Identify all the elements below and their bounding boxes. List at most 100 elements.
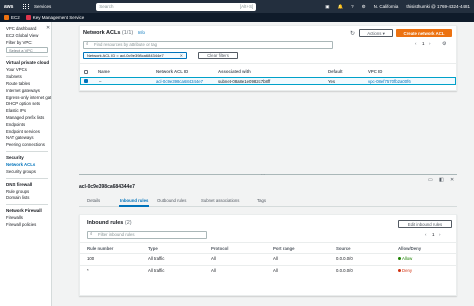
col-name[interactable]: Name bbox=[98, 69, 110, 74]
panel-title: Network ACLs (1/1) Info bbox=[83, 30, 145, 36]
prev-page-icon[interactable]: ‹ bbox=[415, 41, 417, 46]
sidebar: ✕ VPC dashboard EC2 Global View Filter b… bbox=[0, 22, 52, 306]
sidebar-item-domain-lists[interactable]: Domain lists bbox=[6, 195, 48, 202]
sidebar-item-your-vpcs[interactable]: Your VPCs bbox=[6, 67, 48, 74]
selection-count: (1/1) bbox=[121, 30, 134, 36]
page-number[interactable]: 1 bbox=[422, 41, 425, 46]
sidebar-item-route-tables[interactable]: Route tables bbox=[6, 81, 48, 88]
col-default[interactable]: Default bbox=[328, 69, 343, 74]
divider bbox=[80, 253, 456, 254]
page-number[interactable]: 1 bbox=[432, 232, 435, 237]
acl-filter-input[interactable]: Find resources by attribute or tag bbox=[83, 41, 333, 49]
col-port-range[interactable]: Port range bbox=[273, 246, 295, 251]
aws-logo[interactable]: aws bbox=[4, 4, 18, 10]
sidebar-item-vpc-dashboard[interactable]: VPC dashboard bbox=[6, 26, 48, 33]
col-vpc-id[interactable]: VPC ID bbox=[368, 69, 382, 74]
notifications-icon[interactable]: 🔔 bbox=[337, 4, 343, 10]
col-source[interactable]: Source bbox=[336, 246, 351, 251]
sidebar-section-vpc[interactable]: Virtual private cloud bbox=[6, 59, 49, 67]
select-all-checkbox[interactable] bbox=[84, 70, 88, 74]
sidebar-item-elastic-ips[interactable]: Elastic IPs bbox=[6, 108, 48, 115]
services-menu[interactable]: Services bbox=[34, 4, 51, 9]
divider bbox=[80, 242, 456, 243]
sidebar-section-dns-firewall[interactable]: DNS firewall bbox=[6, 181, 48, 189]
table-row[interactable]: – acl-0c9e398ca684344e7 subnet-08a8e1e09… bbox=[80, 77, 456, 85]
actions-button[interactable]: Actions ▾ bbox=[359, 29, 393, 37]
col-associated-with[interactable]: Associated with bbox=[218, 69, 251, 74]
col-acl-id[interactable]: Network ACL ID bbox=[156, 69, 188, 74]
col-rule-number[interactable]: Rule number bbox=[87, 246, 113, 251]
row-default: Yes bbox=[328, 79, 336, 84]
settings-icon[interactable]: ⚙ bbox=[362, 4, 366, 10]
sidebar-divider bbox=[6, 56, 48, 58]
split-panel-divider[interactable]: ⋯ bbox=[79, 172, 457, 178]
tab-details[interactable]: Details bbox=[87, 198, 100, 203]
sidebar-section-network-firewall[interactable]: Network Firewall bbox=[6, 207, 48, 215]
sidebar-item-internet-gateways[interactable]: Internet gateways bbox=[6, 88, 48, 95]
tab-tags[interactable]: Tags bbox=[257, 198, 266, 203]
col-type[interactable]: Type bbox=[148, 246, 158, 251]
top-navigation-bar: aws Services Search [Alt+S] ▣ 🔔 ? ⚙ N. C… bbox=[0, 0, 474, 13]
account-menu[interactable]: thisisthumki @ 1769-4324-4481 bbox=[406, 4, 470, 9]
preferences-gear-icon[interactable]: ⚙ bbox=[442, 41, 446, 47]
next-page-icon[interactable]: › bbox=[439, 232, 441, 237]
row-port-range: All bbox=[273, 256, 278, 261]
region-selector[interactable]: N. California bbox=[374, 4, 399, 9]
row-source: 0.0.0.0/0 bbox=[336, 268, 353, 273]
row-checkbox[interactable] bbox=[84, 79, 88, 83]
sidebar-item-peering[interactable]: Peering connections bbox=[6, 142, 48, 149]
global-search-input[interactable]: Search [Alt+S] bbox=[96, 2, 257, 11]
tab-inbound-rules[interactable]: Inbound rules bbox=[120, 198, 148, 203]
next-page-icon[interactable]: › bbox=[429, 41, 431, 46]
vpc-filter-select[interactable]: Select a VPC bbox=[6, 47, 48, 54]
favorite-ec2[interactable]: EC2 bbox=[4, 15, 20, 20]
info-link[interactable]: Info bbox=[138, 30, 145, 35]
sidebar-item-ec2-global-view[interactable]: EC2 Global View bbox=[6, 33, 48, 40]
services-grid-icon[interactable] bbox=[23, 3, 29, 10]
divider bbox=[80, 63, 456, 64]
row-vpc-id-link[interactable]: vpc-08ef7570fb2a00f6 bbox=[368, 79, 411, 84]
sidebar-item-rule-groups[interactable]: Rule groups bbox=[6, 189, 48, 196]
row-rule-number: 100 bbox=[87, 256, 95, 261]
row-acl-id-link[interactable]: acl-0c9e398ca684344e7 bbox=[156, 79, 203, 84]
sidebar-item-endpoint-services[interactable]: Endpoint services bbox=[6, 129, 48, 136]
tab-subnet-associations[interactable]: Subnet associations bbox=[201, 198, 239, 203]
sidebar-item-dhcp[interactable]: DHCP option sets bbox=[6, 101, 48, 108]
filter-chip[interactable]: Network ACL ID = acl-0c9e398ca684344e7 ✕ bbox=[83, 52, 187, 59]
row-deny-status: Deny bbox=[398, 268, 412, 273]
table-row: 100 All traffic All All 0.0.0.0/0 Allow bbox=[80, 255, 456, 264]
tab-outbound-rules[interactable]: Outbound rules bbox=[157, 198, 186, 203]
remove-filter-icon[interactable]: ✕ bbox=[180, 53, 183, 59]
create-network-acl-button[interactable]: Create network ACL bbox=[396, 29, 452, 37]
inbound-filter-input[interactable]: Filter inbound rules bbox=[87, 231, 207, 239]
drag-handle-icon[interactable]: ⋯ bbox=[261, 172, 265, 177]
sidebar-item-prefix-lists[interactable]: Managed prefix lists bbox=[6, 115, 48, 122]
sidebar-item-nat-gateways[interactable]: NAT gateways bbox=[6, 135, 48, 142]
sidebar-item-security-groups[interactable]: Security groups bbox=[6, 169, 48, 176]
split-view-side-icon[interactable]: ◧ bbox=[439, 177, 444, 183]
col-allow-deny[interactable]: Allow/Deny bbox=[398, 246, 421, 251]
edit-inbound-rules-button[interactable]: Edit inbound rules bbox=[398, 220, 452, 228]
prev-page-icon[interactable]: ‹ bbox=[425, 232, 427, 237]
row-port-range: All bbox=[273, 268, 278, 273]
sidebar-item-firewalls[interactable]: Firewalls bbox=[6, 215, 48, 222]
sidebar-item-endpoints[interactable]: Endpoints bbox=[6, 122, 48, 129]
close-split-panel-icon[interactable]: ✕ bbox=[450, 177, 454, 183]
sidebar-item-network-acls[interactable]: Network ACLs bbox=[6, 162, 48, 169]
refresh-icon[interactable]: ↻ bbox=[350, 30, 355, 37]
help-icon[interactable]: ? bbox=[351, 4, 354, 9]
sidebar-section-security[interactable]: Security bbox=[6, 154, 48, 162]
favorites-bar: EC2 Key Management Service bbox=[0, 13, 474, 22]
row-name: – bbox=[99, 79, 102, 84]
col-protocol[interactable]: Protocol bbox=[211, 246, 228, 251]
sidebar-item-egress-gateways[interactable]: Egress-only internet gateways bbox=[6, 95, 51, 102]
cloudshell-icon[interactable]: ▣ bbox=[325, 4, 329, 10]
close-sidebar-icon[interactable]: ✕ bbox=[46, 25, 50, 31]
sidebar-item-subnets[interactable]: Subnets bbox=[6, 74, 48, 81]
sidebar-divider bbox=[6, 150, 48, 152]
table-row: * All traffic All All 0.0.0.0/0 Deny bbox=[80, 267, 456, 276]
clear-filters-button[interactable]: Clear filters bbox=[198, 52, 238, 59]
split-view-bottom-icon[interactable]: ▭ bbox=[428, 177, 433, 183]
favorite-kms[interactable]: Key Management Service bbox=[25, 15, 84, 20]
sidebar-item-firewall-policies[interactable]: Firewall policies bbox=[6, 222, 48, 229]
